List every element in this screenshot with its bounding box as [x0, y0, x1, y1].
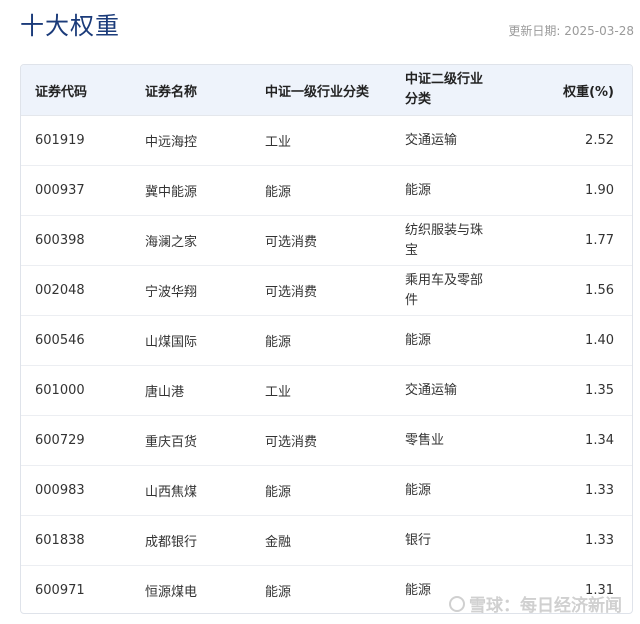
cell-code: 002048 [35, 283, 85, 298]
cell-code: 600971 [35, 583, 85, 598]
table-row: 000983 山西焦煤 能源 能源 1.33 [21, 466, 632, 516]
cell-name: 山煤国际 [145, 335, 198, 350]
cell-weight: 1.33 [585, 483, 614, 498]
cell-code: 600729 [35, 433, 85, 448]
cell-industry1: 可选消费 [265, 235, 318, 250]
cell-weight: 1.56 [585, 283, 614, 298]
cell-industry2: 交通运输 [405, 132, 458, 148]
cell-name: 重庆百货 [145, 435, 198, 450]
table-header: 证券代码 证券名称 中证一级行业分类 中证二级行业分类 权重(%) [21, 65, 632, 116]
table-row: 601919 中远海控 工业 交通运输 2.52 [21, 116, 632, 166]
table-row: 600398 海澜之家 可选消费 纺织服装与珠宝 1.77 [21, 216, 632, 266]
watermark: 雪球：每日经济新闻 [449, 591, 622, 616]
header-industry2[interactable]: 中证二级行业分类 [391, 70, 491, 110]
cell-name: 冀中能源 [145, 185, 198, 200]
cell-name: 海澜之家 [145, 235, 198, 250]
cell-industry2: 能源 [405, 332, 432, 348]
cell-code: 600398 [35, 233, 85, 248]
cell-name: 中远海控 [145, 135, 198, 150]
table-row: 002048 宁波华翔 可选消费 乘用车及零部件 1.56 [21, 266, 632, 316]
cell-industry1: 工业 [265, 385, 292, 400]
cell-name: 山西焦煤 [145, 485, 198, 500]
cell-industry1: 可选消费 [265, 435, 318, 450]
cell-weight: 1.77 [585, 233, 614, 248]
cell-code: 000937 [35, 183, 85, 198]
cell-weight: 1.40 [585, 333, 614, 348]
cell-name: 成都银行 [145, 535, 198, 550]
header-weight[interactable]: 权重(%) [491, 81, 632, 100]
cell-name: 宁波华翔 [145, 285, 198, 300]
cell-code: 600546 [35, 333, 85, 348]
page-title: 十大权重 [20, 12, 120, 40]
cell-industry1: 能源 [265, 485, 292, 500]
header-industry1[interactable]: 中证一级行业分类 [251, 81, 391, 100]
cell-weight: 2.52 [585, 133, 614, 148]
table-row: 000937 冀中能源 能源 能源 1.90 [21, 166, 632, 216]
header-code[interactable]: 证券代码 [21, 81, 131, 100]
cell-weight: 1.34 [585, 433, 614, 448]
cell-industry1: 能源 [265, 185, 292, 200]
cell-industry2: 银行 [405, 532, 432, 548]
watermark-text: 雪球：每日经济新闻 [469, 596, 622, 616]
holdings-table: 证券代码 证券名称 中证一级行业分类 中证二级行业分类 权重(%) 601919… [20, 64, 633, 614]
cell-code: 601000 [35, 383, 85, 398]
snowball-logo-icon [449, 595, 465, 612]
cell-weight: 1.35 [585, 383, 614, 398]
cell-code: 601919 [35, 133, 85, 148]
cell-industry1: 能源 [265, 335, 292, 350]
cell-code: 000983 [35, 483, 85, 498]
cell-industry1: 能源 [265, 585, 292, 600]
table-row: 600729 重庆百货 可选消费 零售业 1.34 [21, 416, 632, 466]
cell-name: 唐山港 [145, 385, 185, 400]
table-row: 601000 唐山港 工业 交通运输 1.35 [21, 366, 632, 416]
cell-industry2: 零售业 [405, 432, 445, 448]
cell-industry2: 能源 [405, 182, 432, 198]
update-date: 更新日期: 2025-03-28 [508, 24, 634, 38]
cell-weight: 1.90 [585, 183, 614, 198]
cell-weight: 1.33 [585, 533, 614, 548]
cell-industry1: 可选消费 [265, 285, 318, 300]
cell-industry2: 乘用车及零部件 [405, 272, 484, 308]
cell-industry1: 金融 [265, 535, 292, 550]
cell-industry2: 纺织服装与珠宝 [405, 222, 484, 258]
table-row: 601838 成都银行 金融 银行 1.33 [21, 516, 632, 566]
cell-name: 恒源煤电 [145, 585, 198, 600]
cell-industry2: 能源 [405, 482, 432, 498]
table-row: 600546 山煤国际 能源 能源 1.40 [21, 316, 632, 366]
cell-industry1: 工业 [265, 135, 292, 150]
cell-industry2: 交通运输 [405, 382, 458, 398]
cell-code: 601838 [35, 533, 85, 548]
header-name[interactable]: 证券名称 [131, 81, 251, 100]
